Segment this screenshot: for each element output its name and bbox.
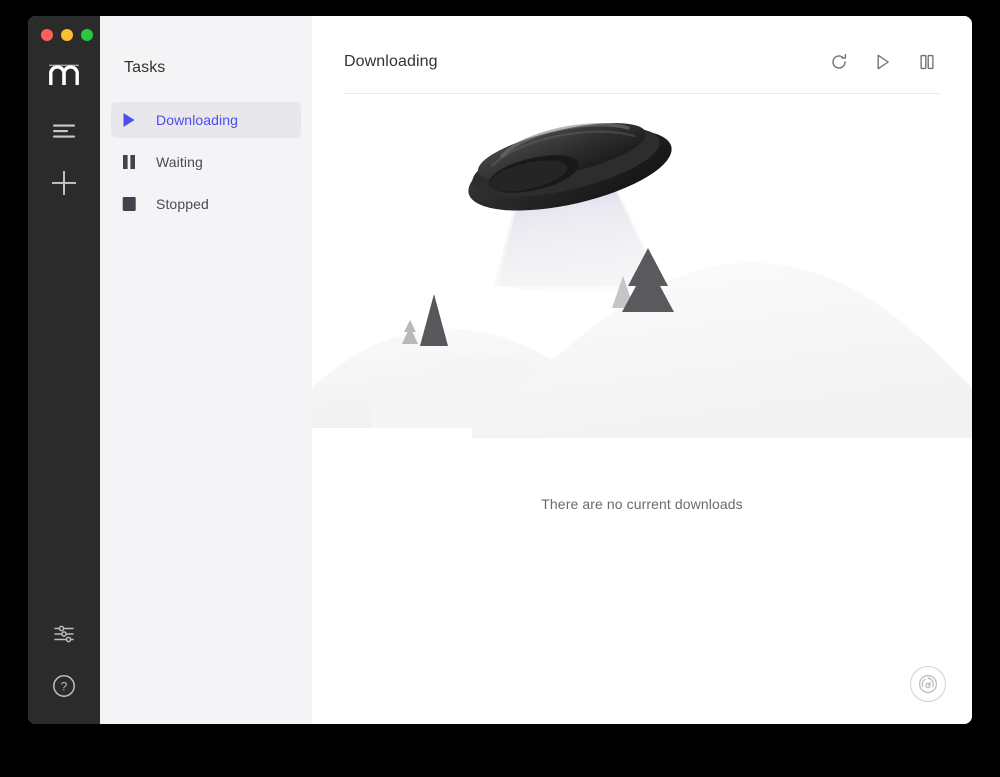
main-panel: Downloading There are no current downloa…	[312, 16, 972, 724]
refresh-button[interactable]	[826, 49, 852, 75]
svg-text:?: ?	[61, 680, 68, 694]
sidebar-title: Tasks	[124, 59, 166, 76]
rail-bottom-group: ?	[28, 614, 100, 706]
maximize-window-button[interactable]	[81, 29, 93, 41]
main-header: Downloading	[344, 16, 940, 94]
sidebar-item-label: Waiting	[156, 154, 203, 170]
traffic-lights	[28, 29, 93, 41]
tasks-sidebar: Tasks Downloading Waiting Stopped	[100, 16, 312, 724]
resume-all-button[interactable]	[870, 49, 896, 75]
page-title: Downloading	[344, 52, 438, 70]
header-actions	[826, 49, 940, 75]
tree-small-left	[402, 320, 418, 344]
tree-tall-left	[420, 294, 448, 346]
left-rail: ?	[28, 16, 100, 724]
rail-top-group	[44, 41, 84, 203]
empty-state: There are no current downloads	[312, 108, 972, 724]
plus-icon[interactable]	[44, 163, 84, 203]
sidebar-item-stopped[interactable]: Stopped	[111, 186, 301, 222]
sidebar-item-waiting[interactable]: Waiting	[111, 144, 301, 180]
close-window-button[interactable]	[41, 29, 53, 41]
app-window: ? Tasks Downloading Waiting Stopped Down…	[28, 16, 972, 724]
task-list: Downloading Waiting Stopped	[100, 102, 312, 222]
ufo-illustration	[312, 108, 972, 538]
motrix-logo	[47, 62, 81, 88]
menu-icon[interactable]	[44, 111, 84, 151]
sidebar-item-label: Downloading	[156, 112, 239, 128]
help-icon[interactable]: ?	[44, 666, 84, 706]
sidebar-item-label: Stopped	[156, 196, 209, 212]
minimize-window-button[interactable]	[61, 29, 73, 41]
speedometer-icon	[919, 675, 937, 693]
speedometer-button[interactable]	[910, 666, 946, 702]
sidebar-item-downloading[interactable]: Downloading	[111, 102, 301, 138]
play-icon	[122, 112, 144, 128]
pause-icon	[122, 154, 144, 170]
preferences-icon[interactable]	[44, 614, 84, 654]
empty-state-message: There are no current downloads	[541, 496, 743, 512]
pause-all-button[interactable]	[914, 49, 940, 75]
stop-icon	[122, 196, 144, 212]
